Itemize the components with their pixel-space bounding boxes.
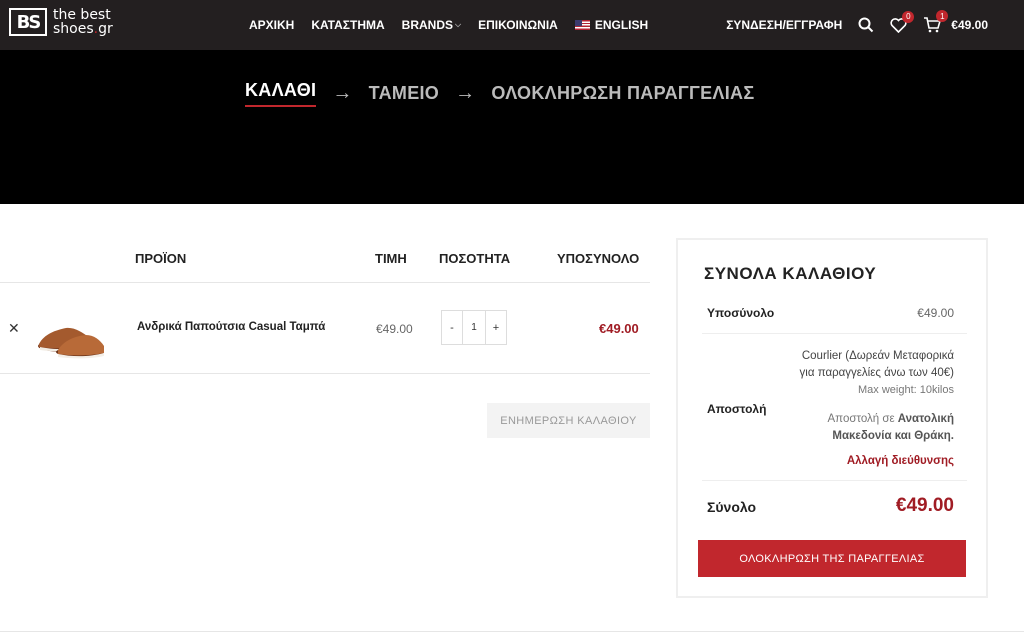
subtotal-value: €49.00 <box>917 306 954 320</box>
quantity-increase-button[interactable]: + <box>486 311 506 344</box>
quantity-decrease-button[interactable]: - <box>442 311 462 344</box>
login-register-link[interactable]: ΣΥΝΔΕΣΗ/ΕΓΓΡΑΦΗ <box>726 18 842 32</box>
cart-count-badge: 1 <box>936 10 949 22</box>
logo-mark: BS <box>9 8 47 36</box>
column-header-product: ΠΡΟΪΟΝ <box>135 251 187 266</box>
nav-contact[interactable]: ΕΠΙΚΟΙΝΩΝΙΑ <box>478 18 558 32</box>
checkout-steps-banner <box>0 50 1024 204</box>
product-price: €49.00 <box>376 322 413 336</box>
column-header-subtotal: ΥΠΟΣΥΝΟΛΟ <box>557 251 640 266</box>
update-cart-button[interactable]: ΕΝΗΜΕΡΩΣΗ ΚΑΛΑΘΙΟΥ <box>487 403 650 438</box>
product-name-link[interactable]: Ανδρικά Παπούτσια Casual Ταμπά <box>137 321 325 333</box>
column-header-quantity: ΠΟΣΟΤΗΤΑ <box>439 251 511 266</box>
divider <box>702 480 967 481</box>
site-header: BS the best shoes.gr ΑΡΧΙΚΗ ΚΑΤΑΣΤΗΜΑ BR… <box>0 0 1024 50</box>
change-address-link[interactable]: Αλλαγή διεύθυνσης <box>754 453 954 470</box>
wishlist-count-badge: 0 <box>902 10 915 23</box>
arrow-right-icon: → <box>455 82 476 104</box>
cart-totals-panel: ΣΥΝΟΛΑ ΚΑΛΑΘΙΟΥ Υποσύνολο €49.00 Αποστολ… <box>676 238 988 598</box>
us-flag-icon <box>574 20 590 30</box>
logo-text: the best shoes.gr <box>53 7 113 37</box>
shipping-max-weight: Max weight: 10kilos <box>858 384 954 396</box>
shipping-method-line: Courlier (Δωρεάν Μεταφορικά <box>801 350 954 362</box>
quantity-stepper: - + <box>441 310 507 345</box>
wishlist-button[interactable]: 0 <box>890 10 915 33</box>
header-actions: ΣΥΝΔΕΣΗ/ΕΓΓΡΑΦΗ 0 1 €49.00 <box>726 0 988 50</box>
step-checkout[interactable]: ΤΑΜΕΙΟ <box>369 83 439 104</box>
subtotal-label: Υποσύνολο <box>707 306 775 320</box>
nav-home[interactable]: ΑΡΧΙΚΗ <box>249 18 294 32</box>
step-cart[interactable]: ΚΑΛΑΘΙ <box>245 80 317 107</box>
cart-totals-title: ΣΥΝΟΛΑ ΚΑΛΑΘΙΟΥ <box>704 264 877 283</box>
nav-english[interactable]: ENGLISH <box>574 18 648 32</box>
quantity-input[interactable] <box>462 311 486 344</box>
divider <box>0 282 650 283</box>
shipping-destination: Αποστολή σε Ανατολική Μακεδονία και Θράκη… <box>827 413 954 442</box>
product-thumbnail[interactable] <box>34 300 108 360</box>
step-order-complete: ΟΛΟΚΛΗΡΩΣΗ ΠΑΡΑΓΓΕΛΙΑΣ <box>491 83 755 103</box>
chevron-down-icon: ⌵ <box>455 20 462 29</box>
arrow-right-icon: → <box>332 82 353 104</box>
shipping-info: Courlier (Δωρεάν Μεταφορικά για παραγγελ… <box>754 348 954 470</box>
nav-shop[interactable]: ΚΑΤΑΣΤΗΜΑ <box>311 18 384 32</box>
divider <box>702 333 967 334</box>
search-icon <box>858 17 874 33</box>
column-header-price: ΤΙΜΗ <box>375 251 407 266</box>
main-nav: ΑΡΧΙΚΗ ΚΑΤΑΣΤΗΜΑ BRANDS ⌵ ΕΠΙΚΟΙΝΩΝΙΑ ENG… <box>249 0 665 50</box>
product-subtotal: €49.00 <box>599 321 639 336</box>
search-button[interactable] <box>858 17 874 33</box>
cart-button[interactable]: 1 <box>923 10 949 33</box>
total-label: Σύνολο <box>707 499 757 515</box>
divider <box>0 631 1024 632</box>
proceed-to-checkout-button[interactable]: ΟΛΟΚΛΗΡΩΣΗ ΤΗΣ ΠΑΡΑΓΓΕΛΙΑΣ <box>698 540 966 577</box>
header-cart-total[interactable]: €49.00 <box>951 18 988 32</box>
site-logo[interactable]: BS the best shoes.gr <box>9 8 113 36</box>
remove-item-button[interactable]: ✕ <box>8 320 20 337</box>
shipping-method-line: για παραγγελίες άνω των 40€) <box>799 367 954 379</box>
nav-brands[interactable]: BRANDS ⌵ <box>402 18 461 32</box>
total-value: €49.00 <box>895 495 954 516</box>
divider <box>0 373 650 374</box>
checkout-steps: ΚΑΛΑΘΙ → ΤΑΜΕΙΟ → ΟΛΟΚΛΗΡΩΣΗ ΠΑΡΑΓΓΕΛΙΑΣ <box>245 80 754 107</box>
